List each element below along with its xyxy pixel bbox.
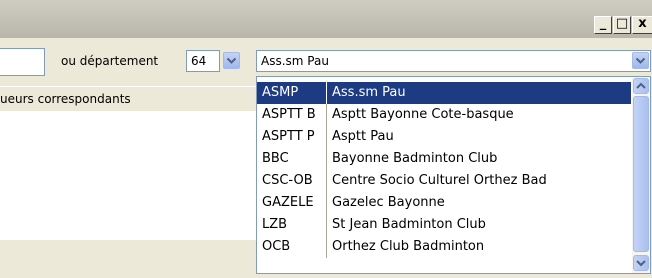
departement-value: 64 (191, 54, 207, 68)
scroll-down-button[interactable] (633, 255, 649, 271)
club-code: CSC-OB (257, 170, 327, 192)
club-code: ASMP (257, 82, 327, 104)
scroll-up-button[interactable] (633, 78, 649, 94)
club-dropdown-button[interactable] (632, 52, 649, 69)
results-header: ueurs correspondants (0, 86, 258, 112)
close-button[interactable]: x (632, 16, 652, 34)
scroll-thumb[interactable] (633, 96, 649, 252)
club-name: Asptt Bayonne Cote-basque (332, 107, 514, 122)
club-select[interactable]: Ass.sm Pau (256, 50, 651, 72)
club-select-value: Ass.sm Pau (261, 54, 329, 68)
club-name: St Jean Badminton Club (332, 217, 486, 232)
club-code: LZB (257, 214, 327, 236)
chevron-down-icon (636, 260, 646, 267)
departement-select[interactable]: 64 (186, 50, 220, 72)
club-name: Bayonne Badminton Club (332, 151, 498, 166)
maximize-button[interactable]: □ (613, 16, 631, 34)
club-name: Orthez Club Badminton (332, 239, 485, 254)
departement-dropdown-button[interactable] (223, 52, 240, 69)
results-area (0, 111, 258, 240)
club-option[interactable]: ASPTT B Asptt Bayonne Cote-basque (257, 104, 631, 126)
search-input[interactable] (0, 48, 45, 76)
club-option[interactable]: OCB Orthez Club Badminton (257, 236, 631, 258)
departement-label: ou département (61, 54, 159, 68)
club-option[interactable]: ASMP Ass.sm Pau (257, 82, 631, 104)
club-code: GAZELE (257, 192, 327, 214)
club-option[interactable]: LZB St Jean Badminton Club (257, 214, 631, 236)
club-code: ASPTT P (257, 126, 327, 148)
club-option[interactable]: ASPTT P Asptt Pau (257, 126, 631, 148)
chevron-down-icon (635, 57, 646, 64)
club-name: Asptt Pau (332, 129, 394, 144)
chevron-up-icon (636, 82, 646, 89)
club-dropdown-list[interactable]: ASMP Ass.sm Pau ASPTT B Asptt Bayonne Co… (256, 76, 651, 274)
club-name: Gazelec Bayonne (332, 195, 445, 210)
club-option[interactable]: GAZELE Gazelec Bayonne (257, 192, 631, 214)
club-code: ASPTT B (257, 104, 327, 126)
title-bar: _ □ x (0, 0, 652, 38)
results-header-label: ueurs correspondants (0, 92, 131, 106)
club-option[interactable]: BBC Bayonne Badminton Club (257, 148, 631, 170)
club-code: OCB (257, 236, 327, 258)
list-scrollbar[interactable] (632, 77, 650, 273)
chevron-down-icon (226, 57, 237, 64)
club-name: Centre Socio Culturel Orthez Bad (332, 173, 547, 188)
club-code: BBC (257, 148, 327, 170)
club-name: Ass.sm Pau (332, 85, 406, 100)
club-option[interactable]: CSC-OB Centre Socio Culturel Orthez Bad (257, 170, 631, 192)
minimize-button[interactable]: _ (594, 16, 612, 34)
